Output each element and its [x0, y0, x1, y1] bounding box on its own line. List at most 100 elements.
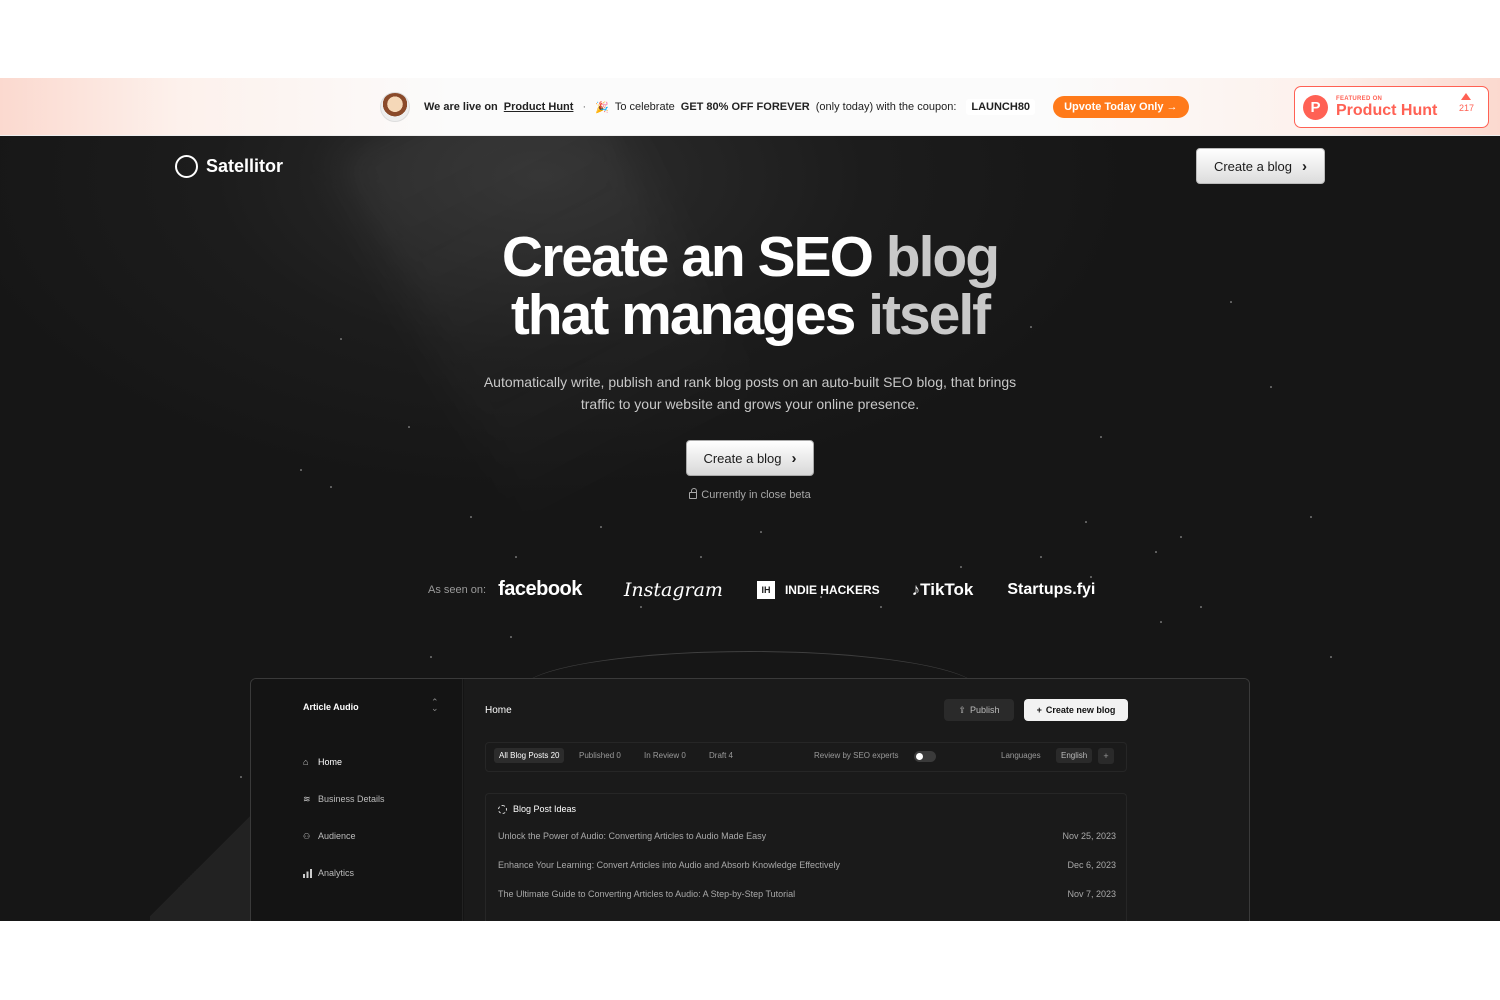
app-main: Home ⇪ Publish + Create new blog All Blo…	[464, 679, 1249, 921]
headline-line-1-dim: blog	[885, 225, 1000, 289]
satellitor-ring-icon	[175, 155, 198, 178]
brand-logo[interactable]: Satellitor	[175, 155, 283, 178]
sidebar-item-audience[interactable]: ⚇ Audience	[303, 831, 356, 841]
founder-avatar	[380, 92, 410, 122]
star-dot	[880, 606, 882, 608]
star-dot	[760, 531, 762, 533]
sidebar-item-business-details[interactable]: ≋ Business Details	[303, 794, 385, 804]
live-prefix: We are live on	[424, 101, 498, 113]
star-dot	[1100, 436, 1102, 438]
indie-hackers-logo: IH INDIE HACKERS	[756, 580, 880, 599]
instagram-logo: Instagram	[623, 578, 723, 601]
star-dot	[960, 566, 962, 568]
ideas-header: Blog Post Ideas	[498, 804, 576, 814]
indie-hackers-text: INDIE HACKERS	[784, 582, 880, 597]
idea-date: Nov 25, 2023	[1062, 831, 1116, 841]
hero-headline: Create an SEO blog that manages itself	[0, 228, 1500, 344]
star-dot	[700, 556, 702, 558]
chevron-right-icon: ›	[1302, 157, 1308, 175]
headline-line-2: that manages itself	[0, 286, 1500, 344]
promo-banner: We are live on Product Hunt · 🎉 To celeb…	[0, 78, 1500, 136]
star-dot	[430, 656, 432, 658]
hero-create-blog-button[interactable]: Create a blog ›	[686, 440, 814, 476]
coupon-code: LAUNCH80	[966, 99, 1036, 115]
star-dot	[1155, 551, 1157, 553]
app-preview: Article Audio ⌃ ⌄ ⌂ Home ≋ Business Detai…	[250, 678, 1250, 921]
layers-icon: ≋	[303, 793, 311, 804]
idea-title: The Ultimate Guide to Converting Article…	[498, 889, 796, 899]
star-dot	[470, 516, 472, 518]
list-item[interactable]: Enhance Your Learning: Convert Articles …	[498, 860, 1116, 870]
idea-title: Unlock the Power of Audio: Converting Ar…	[498, 831, 767, 841]
headline-line-1-main: Create an SEO	[501, 225, 874, 289]
upvote-count: 217	[1459, 93, 1474, 113]
brand-name: Satellitor	[206, 156, 284, 176]
tab-all-blog-posts[interactable]: All Blog Posts 20	[494, 748, 565, 763]
add-language-button[interactable]: +	[1098, 748, 1114, 764]
product-hunt-logo-icon: P	[1303, 94, 1328, 120]
headline-line-1: Create an SEO blog	[0, 228, 1500, 286]
create-new-blog-button[interactable]: + Create new blog	[1024, 699, 1128, 721]
idea-title: Enhance Your Learning: Convert Articles …	[498, 860, 841, 870]
tab-published[interactable]: Published 0	[579, 751, 621, 760]
app-sidebar: Article Audio ⌃ ⌄ ⌂ Home ≋ Business Detai…	[251, 679, 463, 921]
language-select[interactable]: English	[1056, 748, 1093, 763]
publish-button[interactable]: ⇪ Publish	[944, 699, 1014, 721]
star-dot	[1040, 556, 1042, 558]
separator: ·	[582, 101, 587, 113]
idea-date: Nov 7, 2023	[1067, 889, 1116, 899]
product-hunt-badge-text: FEATURED ON Product Hunt	[1336, 96, 1437, 119]
offer-text: GET 80% OFF FOREVER	[680, 101, 810, 113]
plus-icon: +	[1036, 705, 1042, 715]
filter-bar: All Blog Posts 20 Published 0 In Review …	[485, 742, 1127, 772]
chevron-right-icon: ›	[791, 449, 797, 467]
sidebar-item-label: Audience	[318, 831, 356, 841]
review-toggle[interactable]	[914, 751, 936, 762]
product-hunt-link[interactable]: Product Hunt	[504, 101, 574, 113]
list-item[interactable]: The Ultimate Guide to Converting Article…	[498, 889, 1116, 899]
hero-section: Satellitor Create a blog › Create an SEO…	[0, 136, 1500, 921]
sidebar-item-label: Analytics	[318, 868, 355, 878]
nav-create-blog-label: Create a blog	[1213, 158, 1293, 174]
tab-in-review[interactable]: In Review 0	[644, 751, 686, 760]
star-dot	[1160, 621, 1162, 623]
upvote-count-value: 217	[1458, 103, 1474, 113]
loader-icon	[498, 804, 507, 814]
upvote-button[interactable]: Upvote Today Only →	[1053, 96, 1189, 118]
beta-note-text: Currently in close beta	[701, 489, 811, 501]
product-hunt-name: Product Hunt	[1336, 101, 1438, 119]
sidebar-item-analytics[interactable]: Analytics	[303, 868, 354, 878]
star-dot	[1085, 521, 1087, 523]
star-dot	[1270, 386, 1272, 388]
page-bottom-margin	[0, 921, 1500, 1000]
hero-create-blog-label: Create a blog	[703, 450, 782, 466]
star-dot	[300, 469, 302, 471]
star-dot	[1200, 606, 1202, 608]
lock-icon	[689, 488, 698, 499]
upvote-triangle-icon	[1461, 93, 1472, 100]
chevron-up-down-icon[interactable]: ⌃ ⌄	[431, 698, 439, 713]
star-dot	[640, 606, 642, 608]
nav-create-blog-button[interactable]: Create a blog ›	[1196, 148, 1325, 184]
users-icon: ⚇	[303, 831, 311, 841]
star-dot	[408, 426, 410, 428]
hero-subtitle: Automatically write, publish and rank bl…	[483, 374, 1017, 412]
promo-content: We are live on Product Hunt · 🎉 To celeb…	[380, 92, 1189, 122]
sidebar-item-label: Business Details	[318, 794, 385, 804]
home-icon: ⌂	[303, 756, 309, 767]
tiktok-text: TikTok	[920, 579, 974, 599]
startups-fyi-logo: Startups.fyi	[1007, 580, 1096, 598]
beta-note: Currently in close beta	[0, 488, 1500, 501]
celebrate-prefix: To celebrate	[614, 101, 675, 113]
headline-line-2-dim: itself	[868, 283, 991, 347]
product-hunt-badge[interactable]: P FEATURED ON Product Hunt 217	[1294, 86, 1489, 128]
star-dot	[1330, 656, 1332, 658]
languages-label: Languages	[1001, 751, 1041, 760]
tab-draft[interactable]: Draft 4	[709, 751, 733, 760]
workspace-name[interactable]: Article Audio	[303, 702, 359, 712]
sidebar-item-home[interactable]: ⌂ Home	[303, 757, 342, 767]
list-item[interactable]: Unlock the Power of Audio: Converting Ar…	[498, 831, 1116, 841]
star-dot	[330, 486, 332, 488]
sidebar-item-label: Home	[318, 757, 343, 767]
page-top-margin	[0, 0, 1500, 78]
